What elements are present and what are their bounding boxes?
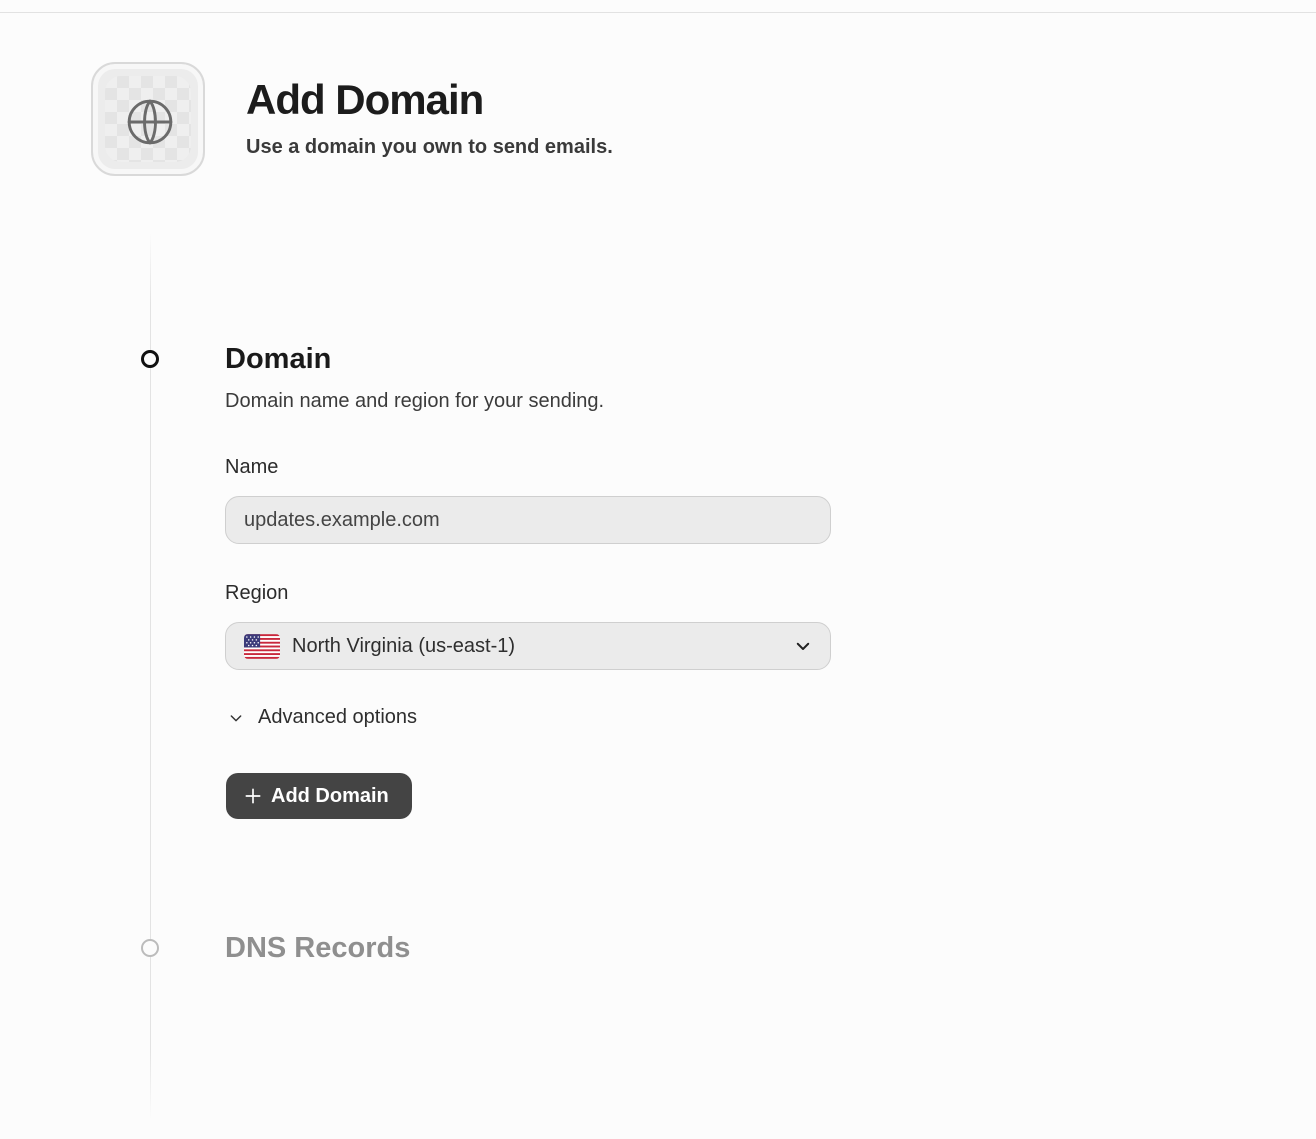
region-select-value: North Virginia (us-east-1): [292, 634, 516, 657]
globe-icon: [127, 99, 173, 145]
us-flag-icon: [244, 633, 280, 659]
advanced-options-toggle[interactable]: Advanced options: [228, 706, 417, 729]
step-title-domain: Domain: [225, 343, 332, 375]
step-description-domain: Domain name and region for your sending.: [225, 390, 605, 412]
step-title-dns-records[interactable]: DNS Records: [225, 932, 410, 965]
region-field-label: Region: [225, 582, 289, 604]
add-domain-button[interactable]: Add Domain: [226, 773, 412, 819]
plus-icon: [245, 788, 261, 804]
page-subtitle: Use a domain you own to send emails.: [246, 136, 613, 158]
step-indicator-dns-records: [141, 939, 159, 957]
region-select[interactable]: North Virginia (us-east-1): [225, 622, 831, 670]
chevron-down-icon: [230, 714, 242, 721]
domain-name-input[interactable]: [225, 496, 831, 544]
top-divider: [0, 12, 1316, 13]
advanced-options-label: Advanced options: [258, 706, 418, 728]
add-domain-button-label: Add Domain: [271, 784, 389, 807]
page-title: Add Domain: [246, 76, 484, 123]
name-field-label: Name: [225, 456, 279, 478]
domain-header-icon: [91, 62, 205, 176]
chevron-down-icon: [796, 642, 810, 650]
step-indicator-domain: [141, 350, 159, 368]
